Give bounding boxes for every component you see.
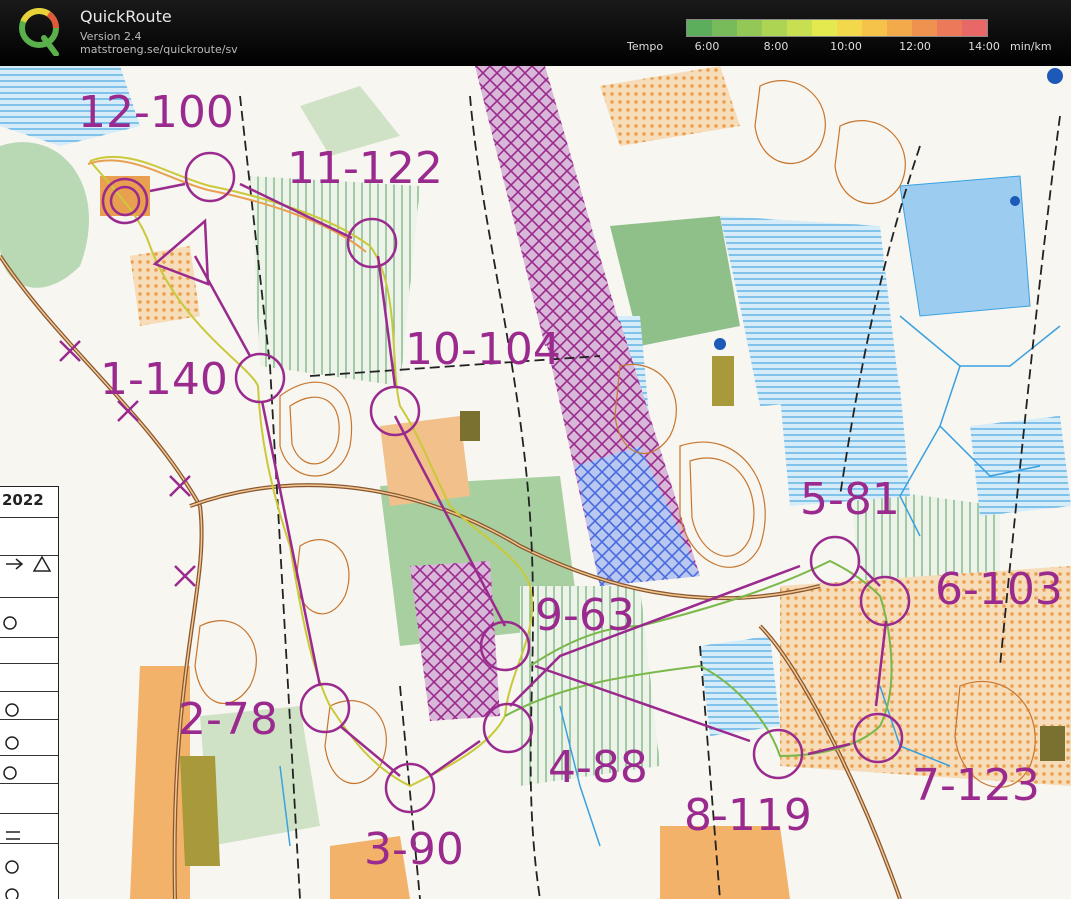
control-label: 7-123	[912, 760, 1040, 811]
tempo-tick: 8:00	[763, 40, 789, 53]
control-label: 4-88	[548, 742, 648, 793]
tempo-scale-swatch	[712, 20, 737, 36]
tempo-scale-swatch	[937, 20, 962, 36]
app-url[interactable]: matstroeng.se/quickroute/sv	[80, 43, 238, 56]
tempo-scale-swatch	[687, 20, 712, 36]
control-description-sheet: 2022	[0, 486, 59, 899]
tempo-scale-swatch	[912, 20, 937, 36]
tempo-scale-swatch	[962, 20, 987, 36]
tempo-color-scale	[686, 19, 988, 37]
map-canvas[interactable]	[0, 66, 1071, 899]
tempo-scale-swatch	[762, 20, 787, 36]
tempo-tick: 6:00	[694, 40, 720, 53]
control-label: 1-140	[100, 354, 228, 405]
tempo-scale-swatch	[887, 20, 912, 36]
tempo-scale-swatch	[862, 20, 887, 36]
control-label: 5-81	[800, 474, 900, 525]
tempo-scale-swatch	[737, 20, 762, 36]
app-title: QuickRoute	[80, 7, 172, 26]
tempo-unit: min/km	[1010, 40, 1052, 53]
control-label: 10-104	[405, 324, 561, 375]
tempo-label: Tempo	[627, 40, 664, 53]
quickroute-logo-icon	[19, 8, 59, 56]
control-label: 2-78	[178, 694, 278, 745]
control-label: 12-100	[78, 87, 234, 138]
control-label: 11-122	[287, 143, 443, 194]
tempo-scale-swatch	[787, 20, 812, 36]
control-label: 6-103	[935, 564, 1063, 615]
tempo-tick: 14:00	[968, 40, 1000, 53]
tempo-tick: 12:00	[899, 40, 931, 53]
control-label: 9-63	[535, 590, 635, 641]
tempo-scale-swatch	[837, 20, 862, 36]
orienteering-map[interactable]: 12-100 11-122 10-104 1-140 5-81 6-103 9-…	[0, 66, 1071, 899]
app-header: QuickRoute Version 2.4 matstroeng.se/qui…	[0, 0, 1071, 66]
legend-symbols	[3, 555, 52, 899]
tempo-scale-swatch	[812, 20, 837, 36]
tempo-tick: 10:00	[830, 40, 862, 53]
control-label: 3-90	[364, 824, 464, 875]
app-version: Version 2.4	[80, 30, 142, 43]
control-label: 8-119	[684, 790, 812, 841]
